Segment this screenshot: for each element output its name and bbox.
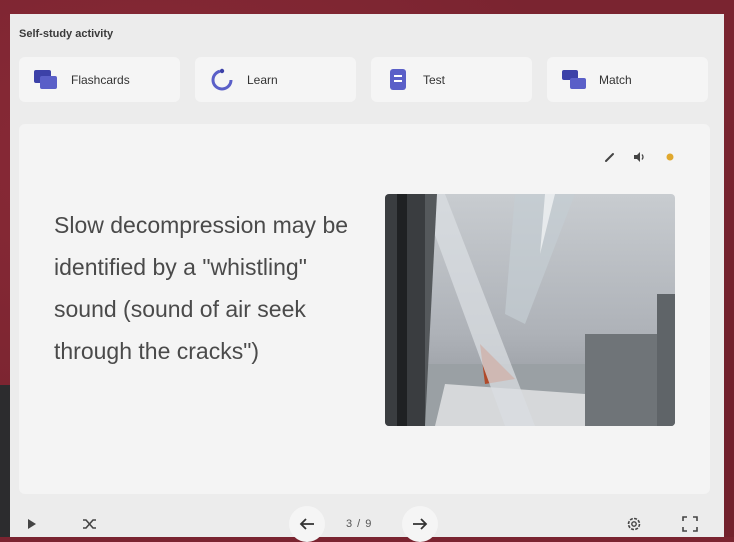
mode-label: Test bbox=[423, 72, 446, 87]
mode-button-test[interactable]: Test bbox=[371, 57, 532, 102]
audio-icon[interactable] bbox=[633, 150, 647, 164]
match-icon bbox=[561, 68, 587, 92]
mode-label: Match bbox=[599, 72, 632, 87]
activity-title: Self-study activity bbox=[19, 28, 114, 40]
flashcard[interactable]: Slow decompression may be identified by … bbox=[19, 124, 710, 494]
mode-button-learn[interactable]: Learn bbox=[195, 57, 356, 102]
mode-button-flashcards[interactable]: Flashcards bbox=[19, 57, 180, 102]
star-icon[interactable] bbox=[663, 150, 677, 164]
learn-icon bbox=[209, 68, 235, 92]
edit-icon[interactable] bbox=[603, 150, 617, 164]
flashcards-icon bbox=[33, 68, 59, 92]
card-toolbar bbox=[603, 150, 677, 164]
card-image bbox=[385, 194, 675, 426]
arrow-right-icon bbox=[413, 518, 428, 530]
card-controls: 3 / 9 bbox=[10, 506, 724, 542]
mode-button-match[interactable]: Match bbox=[547, 57, 708, 102]
shuffle-icon[interactable] bbox=[80, 514, 100, 534]
mode-label: Learn bbox=[247, 72, 278, 87]
study-panel: Self-study activity Flashcards Learn Tes… bbox=[10, 14, 724, 542]
card-counter: 3 / 9 bbox=[346, 518, 373, 530]
test-icon bbox=[385, 68, 411, 92]
settings-icon[interactable] bbox=[624, 514, 644, 534]
fullscreen-icon[interactable] bbox=[680, 514, 700, 534]
arrow-left-icon bbox=[299, 518, 314, 530]
card-term: Slow decompression may be identified by … bbox=[54, 212, 349, 364]
play-icon[interactable] bbox=[24, 516, 40, 532]
mode-label: Flashcards bbox=[71, 72, 130, 87]
